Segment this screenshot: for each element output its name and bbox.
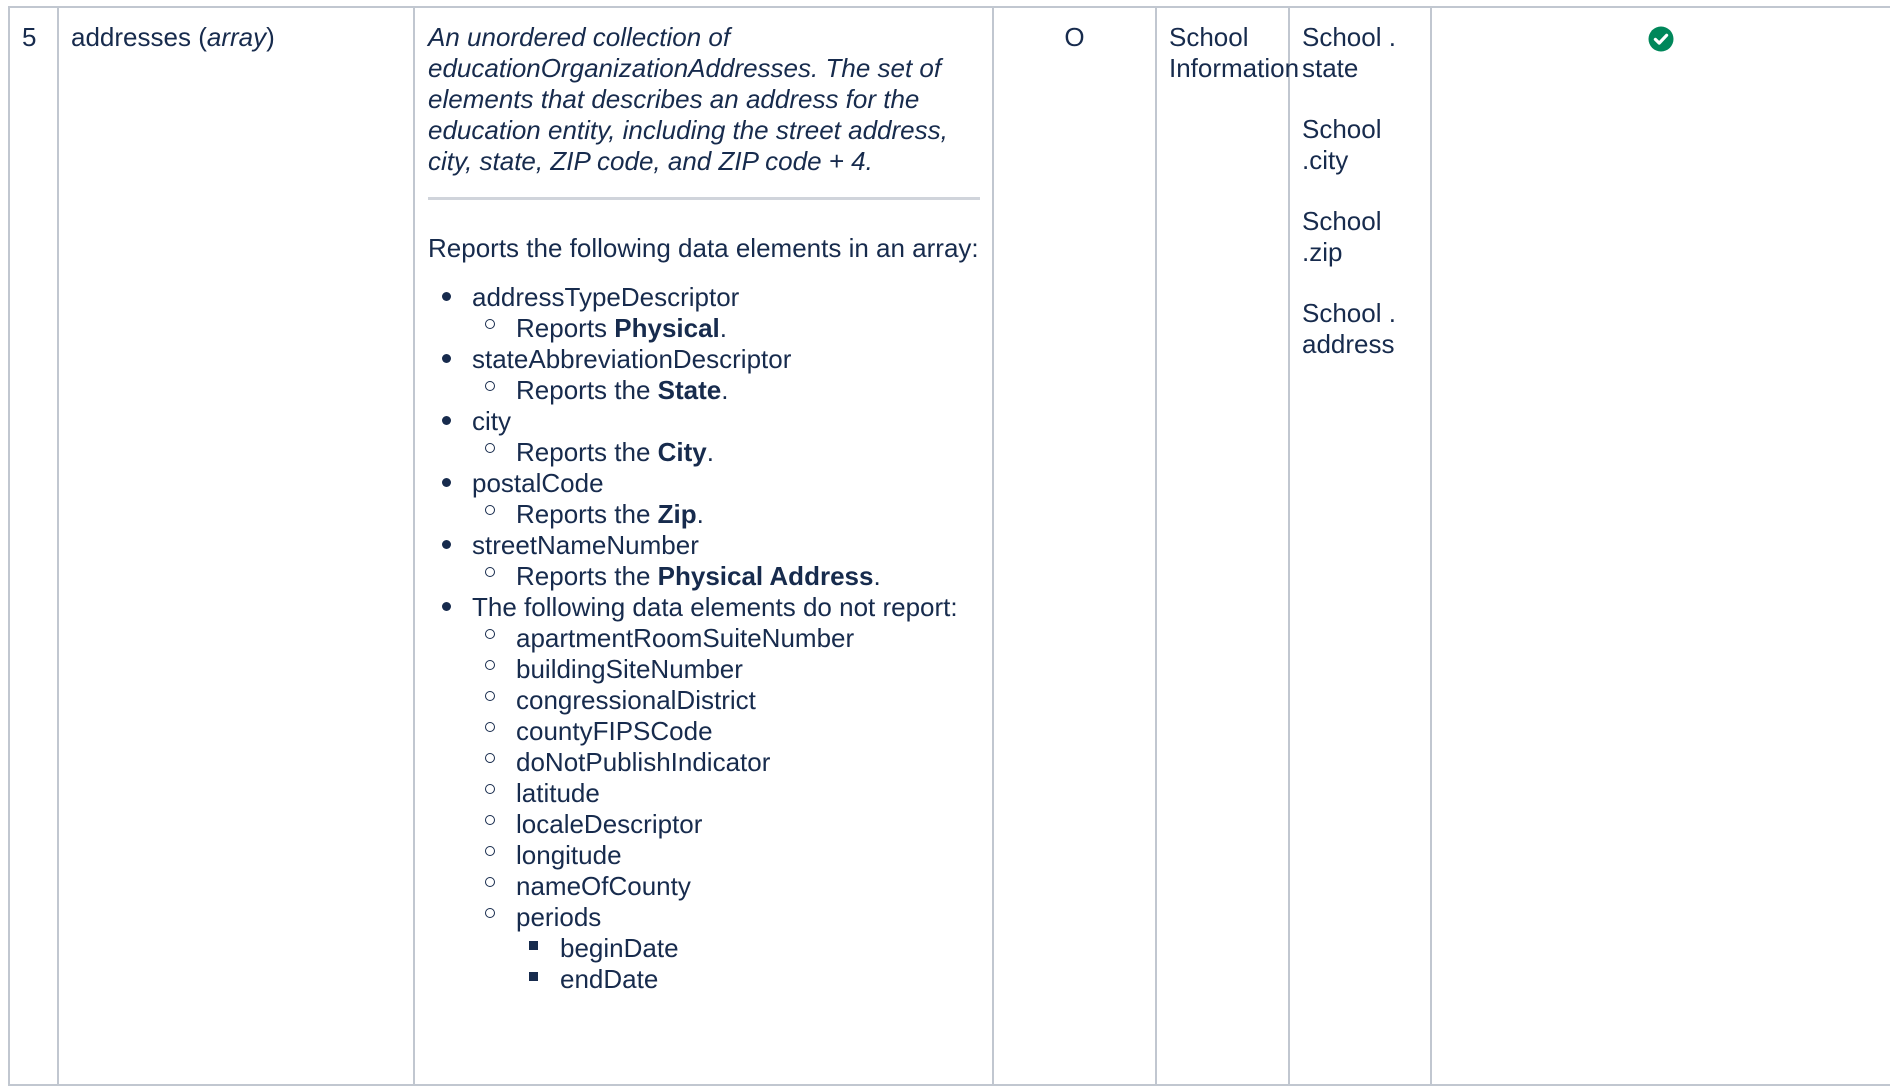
list-item: buildingSiteNumber (472, 654, 980, 685)
list-item-note: Reports Physical. (472, 313, 980, 344)
list-item: periods beginDate endDate (472, 902, 980, 995)
list-item: doNotPublishIndicator (472, 747, 980, 778)
optionality-value: O (1064, 22, 1085, 52)
description-cell: An unordered collection of educationOrga… (413, 6, 994, 1086)
list-item: addressTypeDescriptor Reports Physical. (428, 282, 980, 344)
element-definition: An unordered collection of educationOrga… (428, 22, 980, 177)
list-item: congressionalDistrict (472, 685, 980, 716)
element-name-cell: addresses (array) (57, 6, 415, 1086)
table-row: 5 addresses (array) An unordered collect… (8, 6, 1890, 1086)
optionality-cell: O (992, 6, 1157, 1086)
source-field: School . state (1302, 22, 1396, 83)
list-item: longitude (472, 840, 980, 871)
list-item-note: Reports the City. (472, 437, 980, 468)
list-item: apartmentRoomSuiteNumber (472, 623, 980, 654)
list-item: endDate (516, 964, 980, 995)
not-reported-list: apartmentRoomSuiteNumber buildingSiteNum… (472, 623, 980, 995)
list-item: countyFIPSCode (472, 716, 980, 747)
list-item-note: Reports the Zip. (472, 499, 980, 530)
element-name: addresses (71, 22, 191, 52)
description-divider (428, 197, 980, 200)
not-reported-label: The following data elements do not repor… (472, 592, 958, 622)
status-cell (1430, 6, 1890, 1086)
list-item-name: postalCode (472, 468, 604, 498)
list-item: localeDescriptor (472, 809, 980, 840)
source-screen: School Information (1169, 22, 1300, 83)
element-type: array (206, 22, 267, 52)
row-number-cell: 5 (8, 6, 59, 1086)
list-item-note: Reports the State. (472, 375, 980, 406)
source-fields-cell: School . state School .city School .zip … (1288, 6, 1432, 1086)
row-number: 5 (22, 22, 37, 52)
source-field: School .city (1302, 114, 1382, 175)
periods-list: beginDate endDate (516, 933, 980, 995)
list-item: beginDate (516, 933, 980, 964)
source-screen-cell: School Information (1155, 6, 1299, 1086)
not-reported-item: The following data elements do not repor… (428, 592, 980, 995)
list-item: latitude (472, 778, 980, 809)
spec-table: 5 addresses (array) An unordered collect… (8, 6, 1890, 1086)
element-type-close: ) (266, 22, 275, 52)
definition-term: educationOrganizationAddresses (428, 53, 812, 83)
check-circle-icon (1648, 26, 1674, 52)
list-item: nameOfCounty (472, 871, 980, 902)
list-item-note: Reports the Physical Address. (472, 561, 980, 592)
definition-prefix: An unordered collection of (428, 22, 731, 52)
source-field: School .zip (1302, 206, 1382, 267)
list-item-name: streetNameNumber (472, 530, 699, 560)
list-item: city Reports the City. (428, 406, 980, 468)
list-item-name: stateAbbreviationDescriptor (472, 344, 792, 374)
array-intro: Reports the following data elements in a… (428, 233, 979, 263)
source-field: School . address (1302, 298, 1396, 359)
list-item-name: city (472, 406, 511, 436)
reported-elements-list: addressTypeDescriptor Reports Physical. … (428, 282, 980, 995)
list-item-name: addressTypeDescriptor (472, 282, 740, 312)
element-type-open: ( (198, 22, 207, 52)
list-item: postalCode Reports the Zip. (428, 468, 980, 530)
periods-label: periods (516, 902, 602, 932)
list-item: stateAbbreviationDescriptor Reports the … (428, 344, 980, 406)
list-item: streetNameNumber Reports the Physical Ad… (428, 530, 980, 592)
